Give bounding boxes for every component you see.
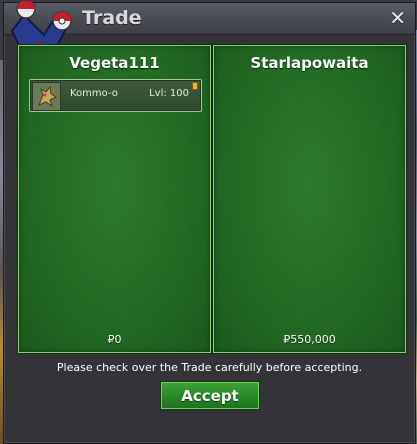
trade-panel-self: Vegeta111 Kommo-o Lvl: 100 ₽0 bbox=[18, 45, 211, 353]
window-title: Trade bbox=[82, 7, 142, 29]
accept-button[interactable]: Accept bbox=[160, 381, 260, 410]
pokemon-icon bbox=[32, 82, 61, 111]
trader-name: Vegeta111 bbox=[69, 54, 160, 72]
trade-panel-partner: Starlapowaita ₽550,000 bbox=[213, 45, 406, 353]
close-icon[interactable]: ✕ bbox=[389, 6, 406, 30]
trade-item-slot[interactable]: Kommo-o Lvl: 100 bbox=[29, 79, 202, 112]
currency-amount: ₽0 bbox=[107, 333, 122, 346]
trade-notice: Please check over the Trade carefully be… bbox=[56, 361, 363, 374]
trade-window: Trade ✕ Vegeta111 Kommo-o Lvl: 100 ₽0 St… bbox=[3, 1, 416, 444]
item-marker-icon bbox=[192, 82, 198, 90]
trade-panels: Vegeta111 Kommo-o Lvl: 100 ₽0 Starlapowa… bbox=[18, 45, 406, 353]
item-level: Lvl: 100 bbox=[149, 88, 189, 99]
trader-name: Starlapowaita bbox=[250, 54, 369, 72]
currency-amount: ₽550,000 bbox=[283, 333, 336, 346]
item-name: Kommo-o bbox=[70, 88, 118, 99]
